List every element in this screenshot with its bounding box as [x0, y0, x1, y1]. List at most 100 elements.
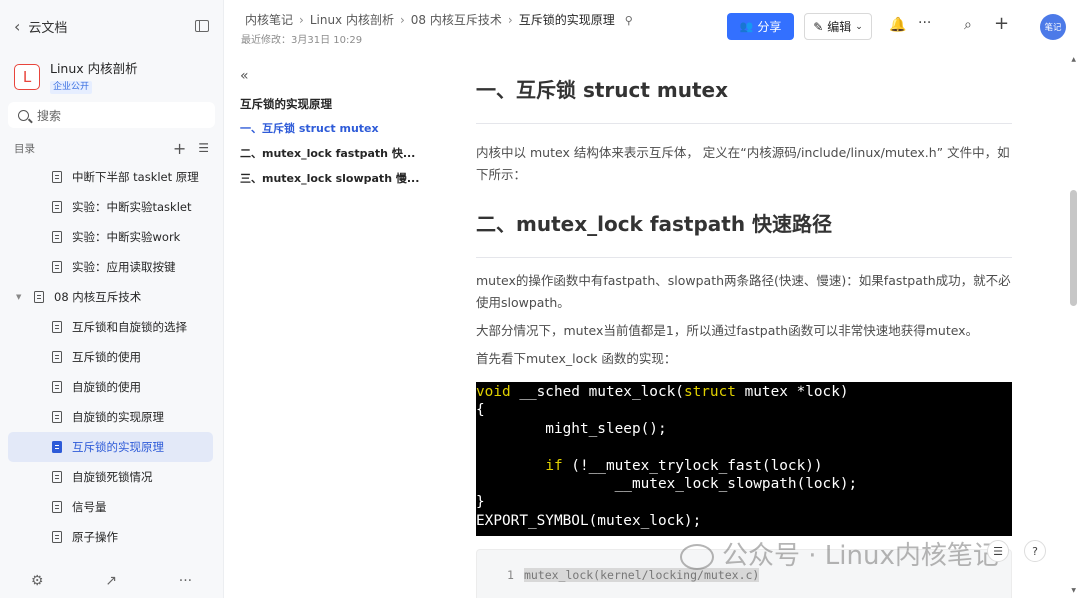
last-modified: 最近修改：3月31日 10:29	[241, 35, 363, 46]
document-icon	[34, 291, 44, 303]
document-icon	[52, 321, 62, 333]
collapse-outline-icon[interactable]: «	[240, 68, 430, 90]
search-icon	[18, 109, 29, 121]
tree-item[interactable]: 中断下半部 tasklet 原理	[8, 162, 213, 192]
tree-item[interactable]: 原子操作	[8, 522, 213, 552]
tree-item-label: 原子操作	[72, 530, 118, 544]
pencil-icon: ✎	[813, 19, 824, 34]
share-out-icon[interactable]: ↗	[105, 573, 117, 589]
scrollbar-thumb[interactable]	[1070, 190, 1077, 306]
search-icon[interactable]: ⌕	[964, 17, 972, 33]
heading-1: 一、互斥锁 struct mutex	[476, 60, 1012, 124]
sidebar-top: ‹ 云文档	[0, 0, 223, 52]
paragraph: 首先看下mutex_lock 函数的实现：	[476, 351, 677, 366]
edit-button[interactable]: ✎ 编辑 ⌄	[804, 13, 872, 40]
tree-item[interactable]: 互斥锁的使用	[8, 342, 213, 372]
tree-item[interactable]: 互斥锁和自旋锁的选择	[8, 312, 213, 342]
document-icon	[52, 351, 62, 363]
tree-item-label: 实验：中断实验tasklet	[72, 200, 192, 214]
breadcrumb-item[interactable]: 内核笔记	[245, 13, 293, 27]
chevron-down-icon: ⌄	[855, 21, 863, 32]
document-icon	[52, 171, 62, 183]
tree-item-label: 08 内核互斥技术	[54, 290, 142, 304]
breadcrumb-item[interactable]: 08 内核互斥技术	[411, 13, 502, 27]
outline-title: 互斥锁的实现原理	[240, 97, 332, 111]
expand-arrow-icon[interactable]: ▼	[16, 293, 26, 301]
sidebar-footer: ⚙ ↗ ···	[0, 564, 223, 598]
tree-item-label: 自旋锁死锁情况	[72, 470, 153, 484]
tree-item-label: 互斥锁和自旋锁的选择	[72, 320, 187, 334]
bell-icon[interactable]: 🔔	[889, 17, 906, 33]
wechat-icon	[680, 543, 714, 570]
list-settings-icon[interactable]: ☰	[198, 141, 209, 155]
doc-tree: 中断下半部 tasklet 原理 实验：中断实验tasklet 实验：中断实验w…	[0, 162, 223, 552]
outline-item-active[interactable]: 一、互斥锁 struct mutex	[240, 116, 430, 141]
tree-item-label: 互斥锁的实现原理	[72, 440, 164, 454]
add-icon[interactable]: +	[994, 13, 1009, 34]
watermark: 公众号 · Linux内核笔记	[680, 535, 999, 572]
document-icon	[52, 261, 62, 273]
users-icon: 👥	[739, 20, 754, 33]
tree-item[interactable]: 信号量	[8, 492, 213, 522]
breadcrumb-current: 互斥锁的实现原理	[518, 13, 615, 27]
tree-item-label: 互斥锁的使用	[72, 350, 141, 364]
tree-folder[interactable]: ▼ 08 内核互斥技术	[8, 282, 213, 312]
document-icon	[52, 531, 62, 543]
sidebar: ‹ 云文档 L Linux 内核剖析 企业公开 搜索 目录 + ☰ 中断下半部 …	[0, 0, 224, 598]
kb-logo: L	[14, 64, 40, 90]
document-icon	[52, 231, 62, 243]
tree-item[interactable]: 自旋锁死锁情况	[8, 462, 213, 492]
back-arrow-icon[interactable]: ‹	[14, 17, 20, 36]
pin-icon[interactable]: ⚲	[625, 14, 633, 27]
back-label[interactable]: 云文档	[28, 17, 195, 36]
tree-item[interactable]: 实验：应用读取按键	[8, 252, 213, 282]
share-button[interactable]: 👥 分享	[727, 13, 794, 40]
document-icon	[52, 501, 62, 513]
doc-content: 一、互斥锁 struct mutex 内核中以 mutex 结构体来表示互斥体，…	[476, 60, 1012, 598]
search-placeholder: 搜索	[37, 108, 62, 123]
more-icon[interactable]: ···	[179, 573, 192, 589]
outline-item[interactable]: 三、mutex_lock slowpath 慢...	[240, 166, 430, 191]
add-icon[interactable]: +	[173, 139, 186, 158]
edit-label: 编辑	[827, 20, 852, 34]
more-icon[interactable]: ···	[918, 15, 931, 31]
search-input[interactable]: 搜索	[8, 102, 215, 128]
tree-item[interactable]: 实验：中断实验work	[8, 222, 213, 252]
heading-2: 二、mutex_lock fastpath 快速路径	[476, 194, 1012, 258]
tree-item-label: 信号量	[72, 500, 107, 514]
collapse-sidebar-icon[interactable]	[195, 20, 209, 32]
breadcrumb-item[interactable]: Linux 内核剖析	[310, 13, 394, 27]
scroll-up-icon[interactable]: ▲	[1071, 56, 1076, 63]
share-label: 分享	[757, 20, 782, 34]
tree-item-active[interactable]: 互斥锁的实现原理	[8, 432, 213, 462]
avatar[interactable]: 笔记	[1040, 14, 1066, 40]
code-screenshot: void __sched mutex_lock(struct mutex *lo…	[476, 382, 1012, 536]
kb-name[interactable]: Linux 内核剖析	[50, 60, 138, 78]
watermark-text: 公众号 · Linux内核笔记	[722, 541, 999, 571]
tree-item-label: 自旋锁的使用	[72, 380, 141, 394]
paragraph: 内核中以 mutex 结构体来表示互斥体， 定义在“内核源码/include/l…	[476, 145, 1010, 182]
tree-item[interactable]: 自旋锁的使用	[8, 372, 213, 402]
outline-item[interactable]: 二、mutex_lock fastpath 快...	[240, 141, 430, 166]
knowledge-base-header[interactable]: L Linux 内核剖析 企业公开	[0, 52, 223, 102]
document-icon	[52, 411, 62, 423]
tree-item-label: 自旋锁的实现原理	[72, 410, 164, 424]
outline-panel: « 互斥锁的实现原理 一、互斥锁 struct mutex 二、mutex_lo…	[240, 68, 430, 191]
toc-float-icon[interactable]: ☰	[987, 540, 1009, 562]
tree-item[interactable]: 自旋锁的实现原理	[8, 402, 213, 432]
document-icon	[52, 381, 62, 393]
document-icon	[52, 441, 62, 453]
tree-item-label: 实验：应用读取按键	[72, 260, 176, 274]
tree-item[interactable]: 实验：中断实验tasklet	[8, 192, 213, 222]
settings-icon[interactable]: ⚙	[31, 573, 44, 589]
kb-badge: 企业公开	[50, 81, 93, 94]
toc-label: 目录	[14, 142, 35, 155]
scroll-down-icon[interactable]: ▼	[1071, 587, 1076, 594]
document-icon	[52, 201, 62, 213]
line-number: 1	[507, 568, 514, 582]
breadcrumb: 内核笔记 › Linux 内核剖析 › 08 内核互斥技术 › 互斥锁的实现原理 ⚲	[245, 13, 633, 27]
paragraph: 大部分情况下，mutex当前值都是1，所以通过fastpath函数可以非常快速地…	[476, 323, 979, 338]
document-icon	[52, 471, 62, 483]
toc-header: 目录 + ☰	[0, 136, 223, 160]
help-icon[interactable]: ?	[1024, 540, 1046, 562]
